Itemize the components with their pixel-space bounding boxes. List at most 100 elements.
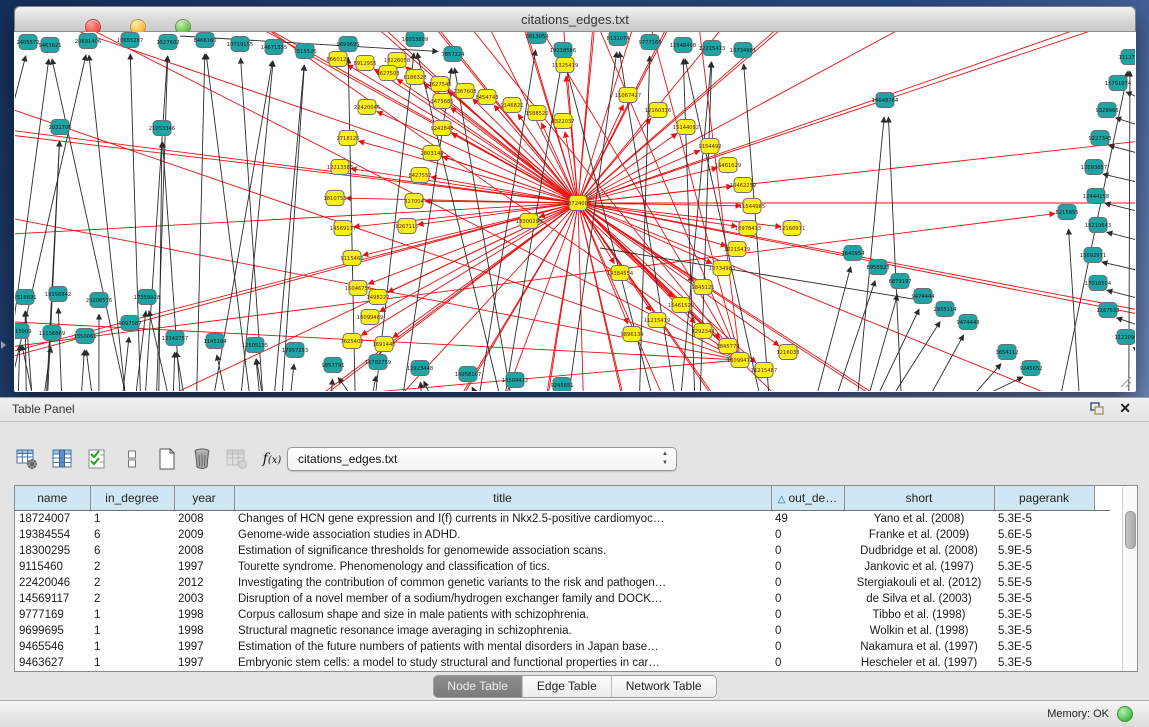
tab-node-table[interactable]: Node Table bbox=[433, 676, 523, 697]
table-cell[interactable]: Structural magnetic resonance image aver… bbox=[234, 623, 771, 639]
table-cell[interactable]: Tourette syndrome. Phenomenology and cla… bbox=[234, 559, 771, 575]
column-header-out_de[interactable]: △out_de… bbox=[771, 486, 844, 511]
table-cell[interactable]: Jankovic et al. (1997) bbox=[844, 559, 994, 575]
network-node-label: 19218586 bbox=[550, 48, 576, 54]
network-graph[interactable]: 2405572946362120691406106552871527602846… bbox=[15, 32, 1135, 391]
table-scrollbar[interactable] bbox=[1122, 487, 1136, 671]
table-cell[interactable]: 5.6E-5 bbox=[994, 527, 1094, 543]
table-cell[interactable]: de Silva et al. (2003) bbox=[844, 591, 994, 607]
table-cell[interactable]: 5.3E-5 bbox=[994, 655, 1094, 671]
column-visibility-icon[interactable] bbox=[49, 446, 75, 472]
table-cell[interactable]: 0 bbox=[771, 575, 844, 591]
table-settings-icon[interactable] bbox=[14, 446, 40, 472]
table-cell[interactable]: Tibbo et al. (1998) bbox=[844, 607, 994, 623]
table-cell[interactable]: 0 bbox=[771, 607, 844, 623]
table-cell[interactable]: 2 bbox=[90, 575, 174, 591]
table-cell[interactable]: Genome-wide association studies in ADHD. bbox=[234, 527, 771, 543]
table-cell[interactable]: Franke et al. (2009) bbox=[844, 527, 994, 543]
table-cell[interactable]: Nakamura et al. (1997) bbox=[844, 639, 994, 655]
column-header-short[interactable]: short bbox=[844, 486, 994, 511]
table-cell[interactable]: 2008 bbox=[174, 543, 234, 559]
table-cell[interactable]: 1 bbox=[90, 511, 174, 528]
table-cell[interactable]: 6 bbox=[90, 527, 174, 543]
close-icon[interactable]: ✕ bbox=[1119, 400, 1131, 417]
table-cell[interactable]: 9463627 bbox=[15, 655, 90, 671]
table-cell[interactable]: Dudbridge et al. (2008) bbox=[844, 543, 994, 559]
table-cell[interactable]: Stergiakouli et al. (2012) bbox=[844, 575, 994, 591]
table-cell[interactable]: 5.5E-5 bbox=[994, 575, 1094, 591]
tab-edge-table[interactable]: Edge Table bbox=[523, 676, 612, 697]
table-cell[interactable]: 0 bbox=[771, 543, 844, 559]
table-cell[interactable]: 5.3E-5 bbox=[994, 511, 1094, 528]
table-cell[interactable]: 2009 bbox=[174, 527, 234, 543]
table-cell[interactable]: 1997 bbox=[174, 559, 234, 575]
table-cell[interactable]: 49 bbox=[771, 511, 844, 528]
table-cell[interactable]: Corpus callosum shape and size in male p… bbox=[234, 607, 771, 623]
table-cell[interactable]: 0 bbox=[771, 559, 844, 575]
table-cell[interactable]: 18724007 bbox=[15, 511, 90, 528]
table-cell[interactable]: 1 bbox=[90, 607, 174, 623]
table-cell[interactable]: Yano et al. (2008) bbox=[844, 511, 994, 528]
table-cell[interactable]: 14569117 bbox=[15, 591, 90, 607]
table-cell[interactable]: 1998 bbox=[174, 623, 234, 639]
table-cell[interactable]: 5.3E-5 bbox=[994, 591, 1094, 607]
column-header-year[interactable]: year bbox=[174, 486, 234, 511]
function-builder-icon[interactable]: f(x) bbox=[259, 446, 285, 472]
table-cell[interactable]: Wolkin et al. (1998) bbox=[844, 623, 994, 639]
table-selector-dropdown[interactable]: citations_edges.txt ▲▼ bbox=[287, 447, 677, 471]
table-cell[interactable]: Investigating the contribution of common… bbox=[234, 575, 771, 591]
delete-attribute-icon[interactable] bbox=[189, 446, 215, 472]
table-cell[interactable]: 19384554 bbox=[15, 527, 90, 543]
float-window-icon[interactable] bbox=[1090, 402, 1105, 416]
window-resize-grip[interactable] bbox=[1118, 374, 1132, 388]
table-cell[interactable]: 5.3E-5 bbox=[994, 623, 1094, 639]
table-cell[interactable]: 0 bbox=[771, 527, 844, 543]
table-cell[interactable]: 6 bbox=[90, 543, 174, 559]
table-cell[interactable]: Estimation of the future numbers of pati… bbox=[234, 639, 771, 655]
table-cell[interactable]: Changes of HCN gene expression and I(f) … bbox=[234, 511, 771, 528]
table-cell[interactable]: 5.3E-5 bbox=[994, 639, 1094, 655]
table-cell[interactable]: 9777169 bbox=[15, 607, 90, 623]
table-scrollbar-thumb[interactable] bbox=[1125, 511, 1136, 549]
table-cell[interactable]: 0 bbox=[771, 623, 844, 639]
table-cell[interactable]: 1 bbox=[90, 623, 174, 639]
table-cell[interactable]: 18300295 bbox=[15, 543, 90, 559]
table-cell[interactable]: 0 bbox=[771, 655, 844, 671]
new-attribute-icon[interactable] bbox=[154, 446, 180, 472]
tab-network-table[interactable]: Network Table bbox=[612, 676, 716, 697]
table-cell[interactable]: 9465546 bbox=[15, 639, 90, 655]
table-cell[interactable]: 2008 bbox=[174, 511, 234, 528]
table-cell[interactable]: 1998 bbox=[174, 607, 234, 623]
network-canvas[interactable]: 2405572946362120691406106552871527602846… bbox=[15, 32, 1135, 391]
table-cell[interactable]: Embryonic stem cells: a model to study s… bbox=[234, 655, 771, 671]
memory-status-indicator[interactable] bbox=[1117, 706, 1133, 722]
panel-collapse-arrow-icon[interactable] bbox=[1, 341, 6, 349]
column-header-title[interactable]: title bbox=[234, 486, 771, 511]
network-node-label: 1145194 bbox=[203, 339, 227, 345]
table-cell[interactable]: 0 bbox=[771, 639, 844, 655]
table-cell[interactable]: 5.3E-5 bbox=[994, 559, 1094, 575]
column-header-pagerank[interactable]: pagerank bbox=[994, 486, 1094, 511]
table-cell[interactable]: 1 bbox=[90, 655, 174, 671]
row-height-icon[interactable] bbox=[119, 446, 145, 472]
select-columns-icon[interactable] bbox=[84, 446, 110, 472]
table-cell[interactable]: Estimation of significance thresholds fo… bbox=[234, 543, 771, 559]
table-cell[interactable]: Disruption of a novel member of a sodium… bbox=[234, 591, 771, 607]
table-cell[interactable]: 5.3E-5 bbox=[994, 607, 1094, 623]
column-header-name[interactable]: name bbox=[15, 486, 90, 511]
table-cell[interactable]: 2012 bbox=[174, 575, 234, 591]
table-cell[interactable]: 9115460 bbox=[15, 559, 90, 575]
column-header-in_degree[interactable]: in_degree bbox=[90, 486, 174, 511]
table-cell[interactable]: 5.9E-5 bbox=[994, 543, 1094, 559]
table-cell[interactable]: 1997 bbox=[174, 639, 234, 655]
window-titlebar[interactable]: citations_edges.txt bbox=[14, 6, 1136, 32]
table-cell[interactable]: 2 bbox=[90, 559, 174, 575]
table-cell[interactable]: 2 bbox=[90, 591, 174, 607]
table-cell[interactable]: 22420046 bbox=[15, 575, 90, 591]
table-cell[interactable]: 0 bbox=[771, 591, 844, 607]
table-cell[interactable]: 1 bbox=[90, 639, 174, 655]
table-cell[interactable]: 9699695 bbox=[15, 623, 90, 639]
table-cell[interactable]: Hescheler et al. (1997) bbox=[844, 655, 994, 671]
table-cell[interactable]: 2003 bbox=[174, 591, 234, 607]
table-cell[interactable]: 1997 bbox=[174, 655, 234, 671]
